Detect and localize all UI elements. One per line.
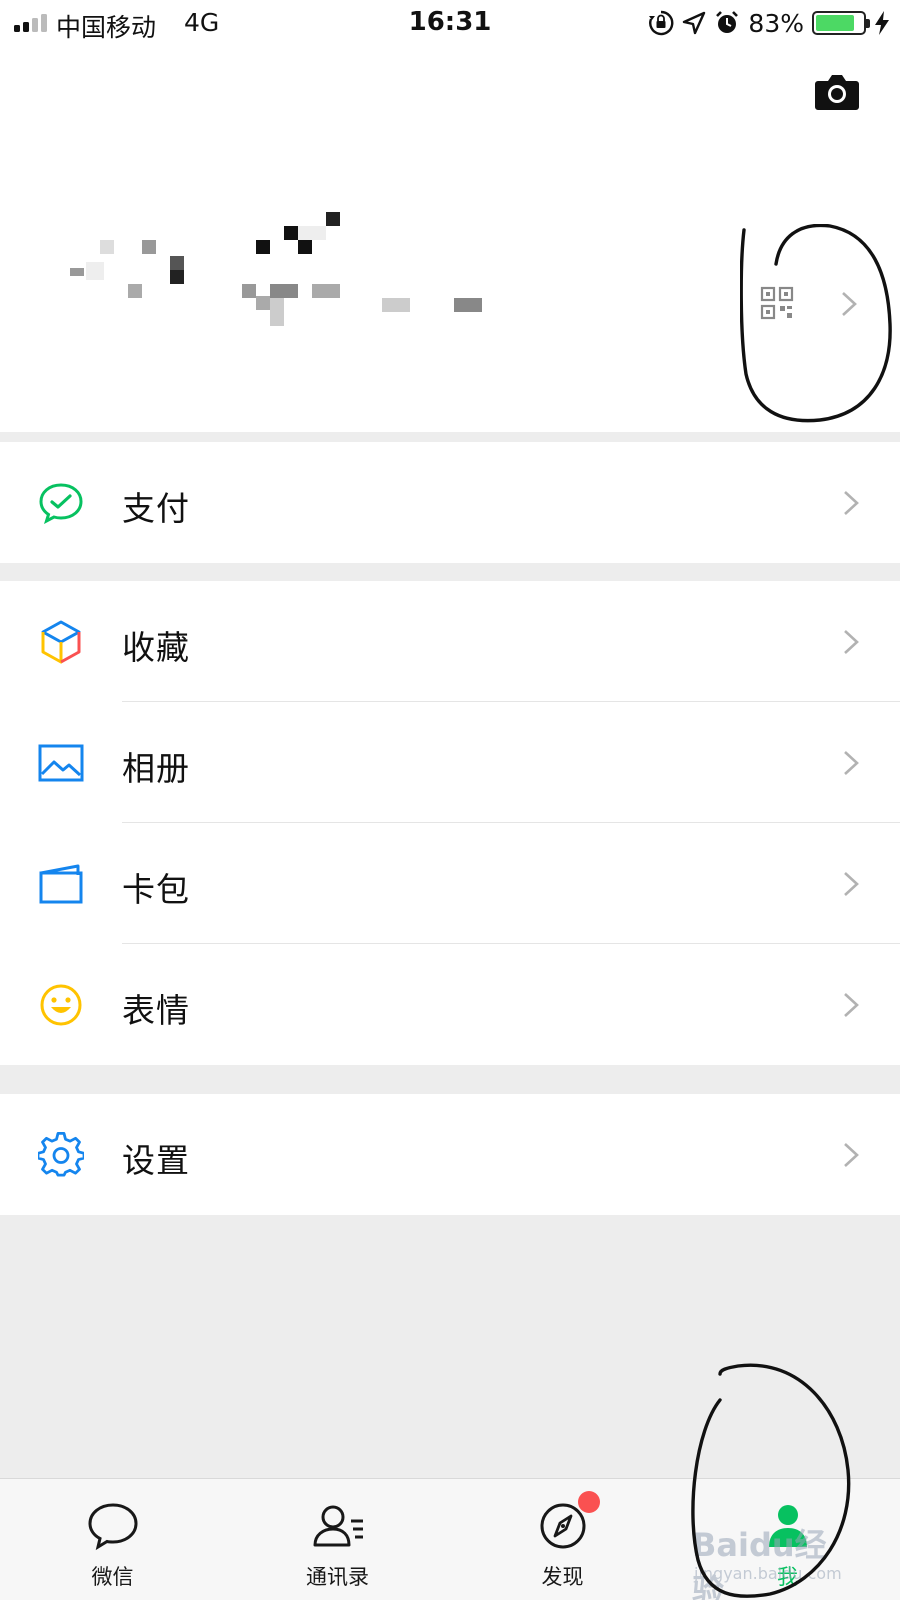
tab-chats[interactable]: 微信 — [0, 1479, 225, 1600]
menu-item-pay[interactable]: 支付 — [0, 442, 900, 563]
menu-item-cards[interactable]: 卡包 — [0, 823, 900, 944]
chevron-right-icon[interactable] — [840, 291, 858, 317]
menu-group-settings: 设置 — [0, 1094, 900, 1215]
menu-item-label: 支付 — [122, 489, 190, 528]
wechat-pay-icon — [36, 480, 86, 526]
status-right-group: 83% — [648, 8, 890, 38]
chevron-right-icon — [844, 630, 859, 654]
chevron-right-icon — [844, 993, 859, 1017]
menu-item-label: 表情 — [122, 991, 190, 1030]
chevron-right-icon — [844, 491, 859, 515]
contacts-icon — [313, 1505, 363, 1547]
hand-drawn-circle-annotation — [740, 224, 892, 423]
menu-group-pay: 支付 — [0, 442, 900, 563]
battery-icon — [812, 11, 870, 35]
menu-item-settings[interactable]: 设置 — [0, 1094, 900, 1215]
menu-item-label: 设置 — [122, 1141, 190, 1180]
battery-percentage: 83% — [748, 8, 804, 38]
tab-label: 我 — [777, 1565, 798, 1589]
menu-item-album[interactable]: 相册 — [0, 702, 900, 823]
tab-contacts[interactable]: 通讯录 — [225, 1479, 450, 1600]
profile-header[interactable] — [0, 46, 900, 432]
menu-item-label: 卡包 — [122, 870, 190, 909]
menu-item-favorites[interactable]: 收藏 — [0, 581, 900, 702]
tab-me[interactable]: 我 — [675, 1479, 900, 1600]
tab-bar: 微信 通讯录 发现 我 — [0, 1478, 900, 1600]
location-icon — [683, 11, 706, 35]
tab-label: 发现 — [541, 1565, 584, 1589]
status-bar: 中国移动 4G 16:31 83% — [0, 0, 900, 46]
tab-label: 微信 — [91, 1565, 134, 1589]
gear-icon — [36, 1132, 86, 1178]
orientation-lock-icon — [649, 10, 674, 36]
charging-icon — [875, 11, 889, 35]
smiley-icon — [36, 982, 86, 1028]
me-icon — [769, 1505, 807, 1547]
chevron-right-icon — [844, 1143, 859, 1167]
chevron-right-icon — [844, 872, 859, 896]
cube-icon — [36, 619, 86, 665]
wallet-icon — [36, 861, 86, 907]
tab-label: 通讯录 — [306, 1565, 369, 1589]
picture-icon — [36, 740, 86, 786]
menu-item-stickers[interactable]: 表情 — [0, 944, 900, 1065]
qr-code-icon[interactable] — [760, 286, 794, 320]
battery-level-fill — [816, 15, 855, 31]
notification-badge-dot — [578, 1491, 600, 1513]
menu-group-main: 收藏 相册 卡包 表情 — [0, 581, 900, 1065]
chat-bubble-icon — [88, 1503, 138, 1551]
tab-discover[interactable]: 发现 — [450, 1479, 675, 1600]
camera-icon[interactable] — [814, 71, 860, 111]
menu-item-label: 收藏 — [122, 628, 190, 667]
pixelated-profile-info — [70, 212, 482, 326]
menu-item-label: 相册 — [122, 749, 190, 788]
chevron-right-icon — [844, 751, 859, 775]
alarm-icon — [716, 11, 739, 33]
